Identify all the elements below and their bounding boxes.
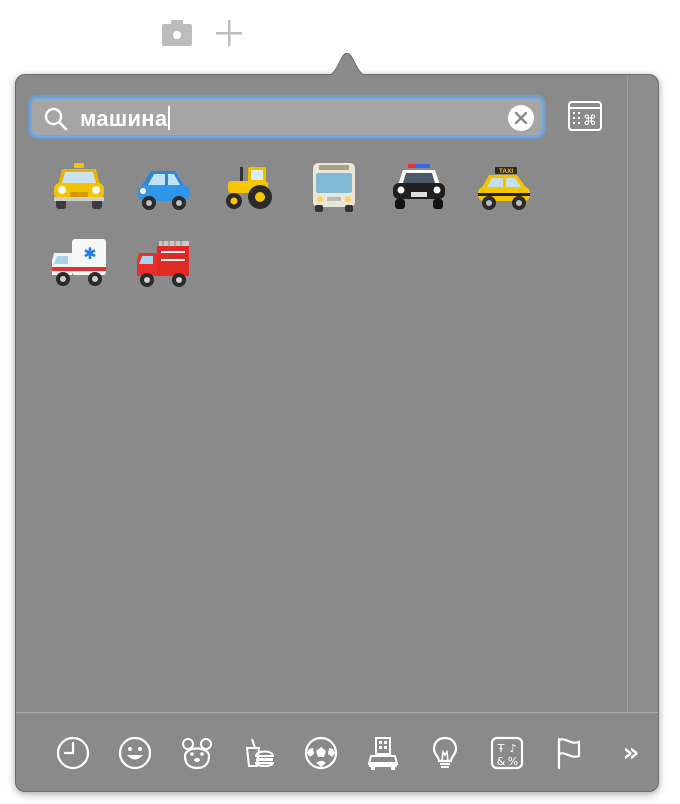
emoji-results-grid: TAXI ✱	[36, 161, 616, 313]
police-car-icon	[392, 164, 445, 209]
character-viewer-button[interactable]: ⌘	[568, 101, 604, 133]
emoji-car[interactable]	[121, 161, 206, 237]
emoji-fire-engine[interactable]	[121, 237, 206, 313]
emoji-taxi-side[interactable]: TAXI	[461, 161, 546, 237]
screenshot-icon[interactable]	[160, 16, 194, 50]
clear-search-button[interactable]	[508, 105, 534, 131]
emoji-picker-popover: машина ⌘ TAXI ✱ Ŧ ♪ & % »	[15, 53, 659, 792]
character-viewer-icon: ⌘	[568, 101, 602, 131]
text-caret	[168, 106, 171, 130]
ambulance-icon: ✱	[51, 239, 106, 286]
category-recent[interactable]	[42, 733, 104, 773]
svg-text:%: %	[508, 755, 518, 768]
search-row: машина ⌘	[30, 97, 630, 141]
taxi-side-icon: TAXI	[477, 167, 530, 210]
popover-arrow	[324, 53, 370, 77]
emoji-ambulance[interactable]: ✱	[36, 237, 121, 313]
category-flags[interactable]	[538, 733, 600, 773]
category-objects[interactable]	[414, 733, 476, 773]
svg-text:Ŧ: Ŧ	[497, 742, 505, 755]
smileys-icon	[118, 736, 152, 770]
category-animals[interactable]	[166, 733, 228, 773]
top-toolbar	[160, 16, 246, 50]
svg-text:✱: ✱	[83, 244, 96, 263]
car-icon	[137, 171, 190, 210]
bus-icon	[312, 163, 355, 212]
taxi-icon	[53, 163, 104, 209]
emoji-taxi[interactable]	[36, 161, 121, 237]
close-icon	[514, 111, 528, 125]
svg-text:⌘: ⌘	[583, 113, 597, 129]
chevron-double-right-icon: »	[622, 738, 640, 768]
category-smileys[interactable]	[104, 733, 166, 773]
category-bar: Ŧ ♪ & % »	[42, 733, 662, 773]
scrollbar-track[interactable]	[627, 75, 658, 713]
add-icon[interactable]	[212, 16, 246, 50]
search-input[interactable]: машина	[30, 97, 544, 137]
recent-clock-icon	[56, 736, 90, 770]
travel-icon	[367, 737, 399, 770]
objects-icon	[432, 736, 458, 768]
svg-text:♪: ♪	[509, 742, 516, 755]
animals-icon	[182, 738, 212, 770]
symbols-icon: Ŧ ♪ & %	[490, 736, 524, 770]
emoji-police-car[interactable]	[376, 161, 461, 237]
emoji-tractor[interactable]	[206, 161, 291, 237]
category-activity[interactable]	[290, 733, 352, 773]
activity-icon	[304, 736, 338, 770]
svg-text:TAXI: TAXI	[498, 168, 513, 175]
more-categories-button[interactable]: »	[600, 733, 662, 773]
search-query: машина	[80, 106, 171, 131]
search-icon	[44, 107, 68, 131]
emoji-bus[interactable]	[291, 161, 376, 237]
svg-text:&: &	[497, 755, 506, 768]
food-icon	[245, 738, 275, 767]
category-travel[interactable]	[352, 733, 414, 773]
flags-icon	[557, 737, 581, 770]
category-symbols[interactable]: Ŧ ♪ & %	[476, 733, 538, 773]
category-footer: Ŧ ♪ & % »	[16, 712, 658, 791]
category-food[interactable]	[228, 733, 290, 773]
tractor-icon	[225, 167, 272, 209]
fire-engine-icon	[136, 241, 189, 287]
